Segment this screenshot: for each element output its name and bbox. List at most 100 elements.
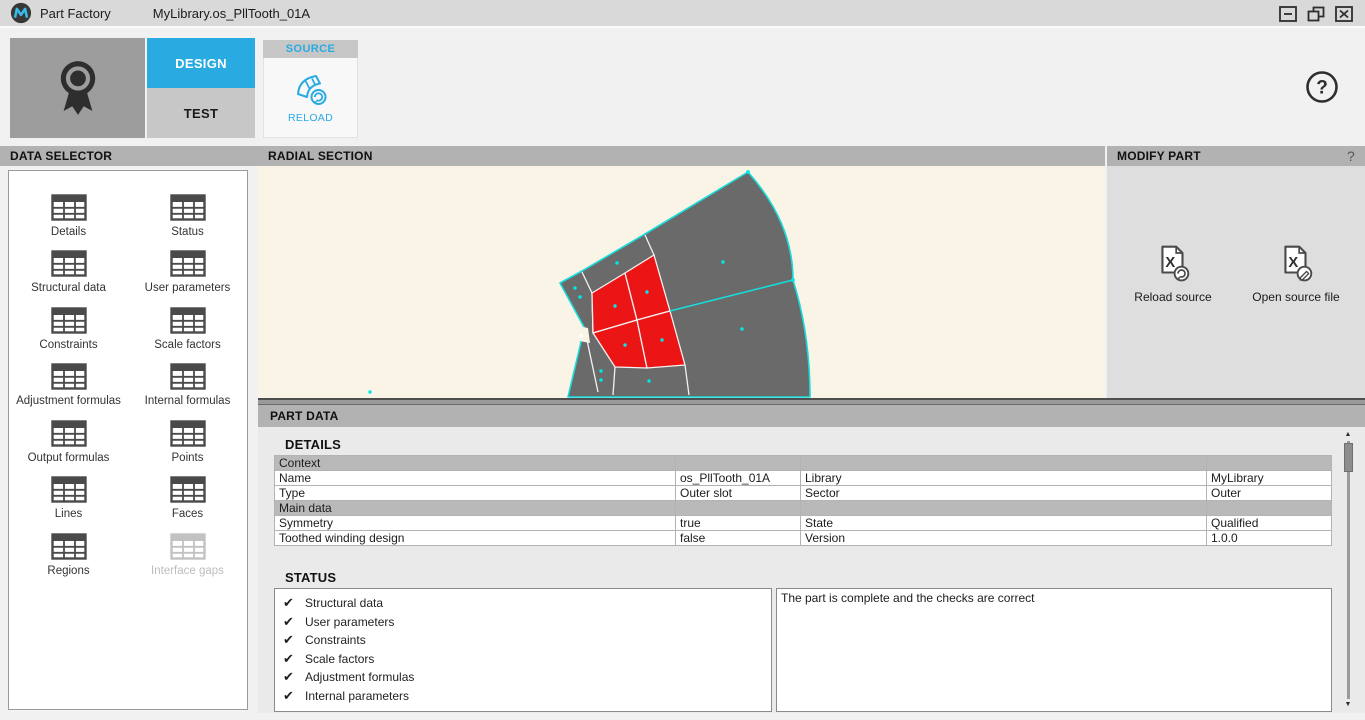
- selector-item-user-parameters[interactable]: User parameters: [128, 240, 247, 297]
- part-data-panel: DETAILS Context Name os_PllTooth_01A Lib…: [258, 427, 1365, 713]
- table-group-row: Context: [275, 456, 1332, 471]
- open-source-file-label: Open source file: [1252, 290, 1339, 304]
- selector-item-points[interactable]: Points: [128, 409, 247, 466]
- selector-item-interface-gaps: Interface gaps: [128, 522, 247, 579]
- table-group-row: Main data: [275, 501, 1332, 516]
- notch-point: [579, 334, 583, 338]
- table-row: Symmetry true State Qualified: [275, 516, 1332, 531]
- reload-button-label: RELOAD: [288, 112, 333, 124]
- data-selector-panel: Details Status Structural data User para…: [8, 170, 248, 710]
- status-check-item: ✔Internal parameters: [283, 687, 771, 706]
- radial-section-canvas: [258, 166, 1105, 398]
- app-logo-icon: [10, 2, 32, 24]
- selector-item-constraints[interactable]: Constraints: [9, 296, 128, 353]
- table-row: Type Outer slot Sector Outer: [275, 486, 1332, 501]
- tab-test[interactable]: TEST: [147, 88, 255, 138]
- open-source-file-button[interactable]: X Open source file: [1235, 244, 1357, 304]
- close-button[interactable]: [1335, 6, 1353, 22]
- scrollbar-thumb[interactable]: [1344, 443, 1353, 472]
- app-title: Part Factory: [40, 6, 111, 21]
- radial-section-viewport[interactable]: [258, 166, 1105, 398]
- selector-item-status[interactable]: Status: [128, 183, 247, 240]
- modify-part-help-icon[interactable]: ?: [1347, 148, 1355, 164]
- reload-source-button[interactable]: X Reload source: [1117, 244, 1229, 304]
- restore-button[interactable]: [1307, 6, 1325, 22]
- check-icon: ✔: [283, 669, 297, 685]
- svg-text:X: X: [1288, 255, 1298, 271]
- status-check-item: ✔Scale factors: [283, 650, 771, 669]
- medal-icon: [55, 59, 101, 117]
- check-icon: ✔: [283, 595, 297, 611]
- selector-item-structural-data[interactable]: Structural data: [9, 240, 128, 297]
- reload-part-icon: [293, 71, 329, 107]
- reload-source-icon: X: [1155, 244, 1191, 282]
- table-icon: [51, 250, 87, 277]
- selector-item-lines[interactable]: Lines: [9, 466, 128, 523]
- status-message-box: The part is complete and the checks are …: [776, 588, 1332, 712]
- table-icon: [170, 194, 206, 221]
- source-group: SOURCE RELOAD: [263, 40, 358, 138]
- selector-item-details[interactable]: Details: [9, 183, 128, 240]
- app-window: Part Factory MyLibrary.os_PllTooth_01A: [0, 0, 1365, 720]
- horizontal-splitter[interactable]: [258, 398, 1365, 405]
- qualified-badge: [10, 38, 145, 138]
- source-group-label: SOURCE: [263, 40, 358, 58]
- help-icon[interactable]: ?: [1305, 70, 1339, 104]
- part-data-header: PART DATA: [258, 405, 1365, 427]
- table-icon: [51, 363, 87, 390]
- document-title: MyLibrary.os_PllTooth_01A: [153, 6, 310, 21]
- table-icon: [170, 476, 206, 503]
- scrollbar-track[interactable]: [1347, 441, 1350, 699]
- reload-button[interactable]: RELOAD: [263, 58, 358, 138]
- selector-item-adjustment-formulas[interactable]: Adjustment formulas: [9, 353, 128, 410]
- status-check-item: ✔User parameters: [283, 613, 771, 632]
- ribbon: DESIGN TEST SOURCE RELOAD ?: [0, 30, 1365, 146]
- table-icon: [170, 533, 206, 560]
- details-heading: DETAILS: [285, 437, 341, 452]
- status-heading: STATUS: [285, 570, 336, 585]
- table-icon: [170, 420, 206, 447]
- selector-item-output-formulas[interactable]: Output formulas: [9, 409, 128, 466]
- minimize-button[interactable]: [1279, 6, 1297, 22]
- table-icon: [51, 476, 87, 503]
- table-icon: [51, 307, 87, 334]
- modify-part-panel: X Reload source X Open source file: [1107, 166, 1365, 398]
- svg-text:X: X: [1165, 255, 1175, 271]
- table-icon: [51, 420, 87, 447]
- table-icon: [51, 533, 87, 560]
- status-check-item: ✔Constraints: [283, 631, 771, 650]
- check-icon: ✔: [283, 651, 297, 667]
- table-icon: [170, 250, 206, 277]
- radial-section-header: RADIAL SECTION: [258, 146, 1105, 166]
- tab-design[interactable]: DESIGN: [147, 38, 255, 88]
- table-row: Toothed winding design false Version 1.0…: [275, 531, 1332, 546]
- selector-item-scale-factors[interactable]: Scale factors: [128, 296, 247, 353]
- part-data-scrollbar: ▲ ▼: [1340, 430, 1356, 710]
- modify-part-header: MODIFY PART ?: [1107, 146, 1365, 166]
- table-icon: [170, 363, 206, 390]
- open-source-file-icon: X: [1278, 244, 1314, 282]
- table-row: Name os_PllTooth_01A Library MyLibrary: [275, 471, 1332, 486]
- status-check-list: ✔Structural data ✔User parameters ✔Const…: [274, 588, 772, 712]
- scroll-up-arrow[interactable]: ▲: [1340, 430, 1356, 440]
- modify-part-title: MODIFY PART: [1117, 149, 1201, 163]
- check-icon: ✔: [283, 614, 297, 630]
- status-check-item: ✔Adjustment formulas: [283, 668, 771, 687]
- data-selector-grid: Details Status Structural data User para…: [9, 171, 247, 579]
- window-bottom-edge: [0, 713, 1365, 720]
- status-check-item: ✔Structural data: [283, 594, 771, 613]
- titlebar: Part Factory MyLibrary.os_PllTooth_01A: [0, 0, 1365, 28]
- table-icon: [170, 307, 206, 334]
- details-table: Context Name os_PllTooth_01A Library MyL…: [274, 455, 1332, 546]
- selector-item-internal-formulas[interactable]: Internal formulas: [128, 353, 247, 410]
- check-icon: ✔: [283, 632, 297, 648]
- window-controls: [1279, 6, 1353, 22]
- data-selector-header: DATA SELECTOR: [0, 146, 258, 166]
- check-icon: ✔: [283, 688, 297, 704]
- selector-item-faces[interactable]: Faces: [128, 466, 247, 523]
- scroll-down-arrow[interactable]: ▼: [1340, 700, 1356, 710]
- svg-text:?: ?: [1316, 78, 1328, 99]
- reload-source-label: Reload source: [1134, 290, 1211, 304]
- selector-item-regions[interactable]: Regions: [9, 522, 128, 579]
- table-icon: [51, 194, 87, 221]
